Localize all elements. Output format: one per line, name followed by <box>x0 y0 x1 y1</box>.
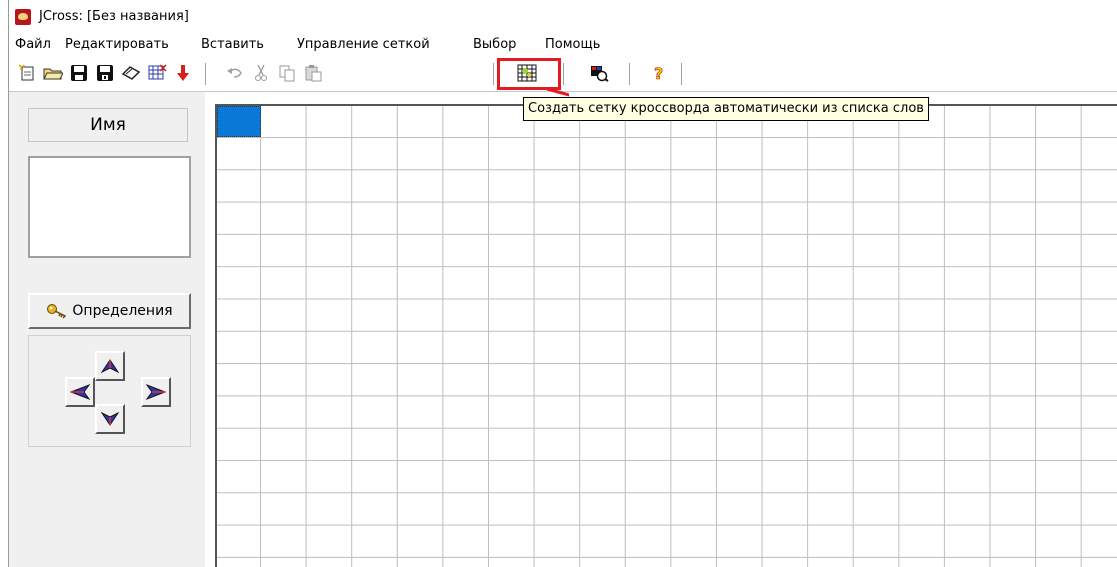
navigation-pad <box>28 335 191 447</box>
down-nav-arrow-icon <box>101 412 119 426</box>
help-icon[interactable]: ? <box>647 61 671 85</box>
preview-icon[interactable] <box>587 61 611 85</box>
key-icon <box>47 304 67 319</box>
crossword-grid[interactable] <box>215 104 1117 567</box>
tooltip-pointer-line <box>546 87 569 97</box>
name-list-box[interactable] <box>28 156 191 258</box>
svg-text:?: ? <box>654 64 663 82</box>
toolbar-separator <box>681 63 682 85</box>
definitions-label: Определения <box>72 303 173 319</box>
left-arrow-icon <box>70 384 90 400</box>
arrow-down-button[interactable] <box>95 404 125 434</box>
arrow-right-button[interactable] <box>141 377 171 407</box>
arrow-up-button[interactable] <box>95 351 125 381</box>
arrow-left-button[interactable] <box>65 377 95 407</box>
toolbar-separator <box>629 63 630 85</box>
right-arrow-icon <box>146 384 166 400</box>
definitions-button[interactable]: Определения <box>28 293 191 329</box>
up-arrow-icon <box>101 359 119 373</box>
left-panel: Имя Определения <box>9 92 205 567</box>
auto-grid-tooltip: Создать сетку кроссворда автоматически и… <box>523 97 929 121</box>
app-window: JCross: [Без названия] Файл Редактироват… <box>8 0 1117 567</box>
